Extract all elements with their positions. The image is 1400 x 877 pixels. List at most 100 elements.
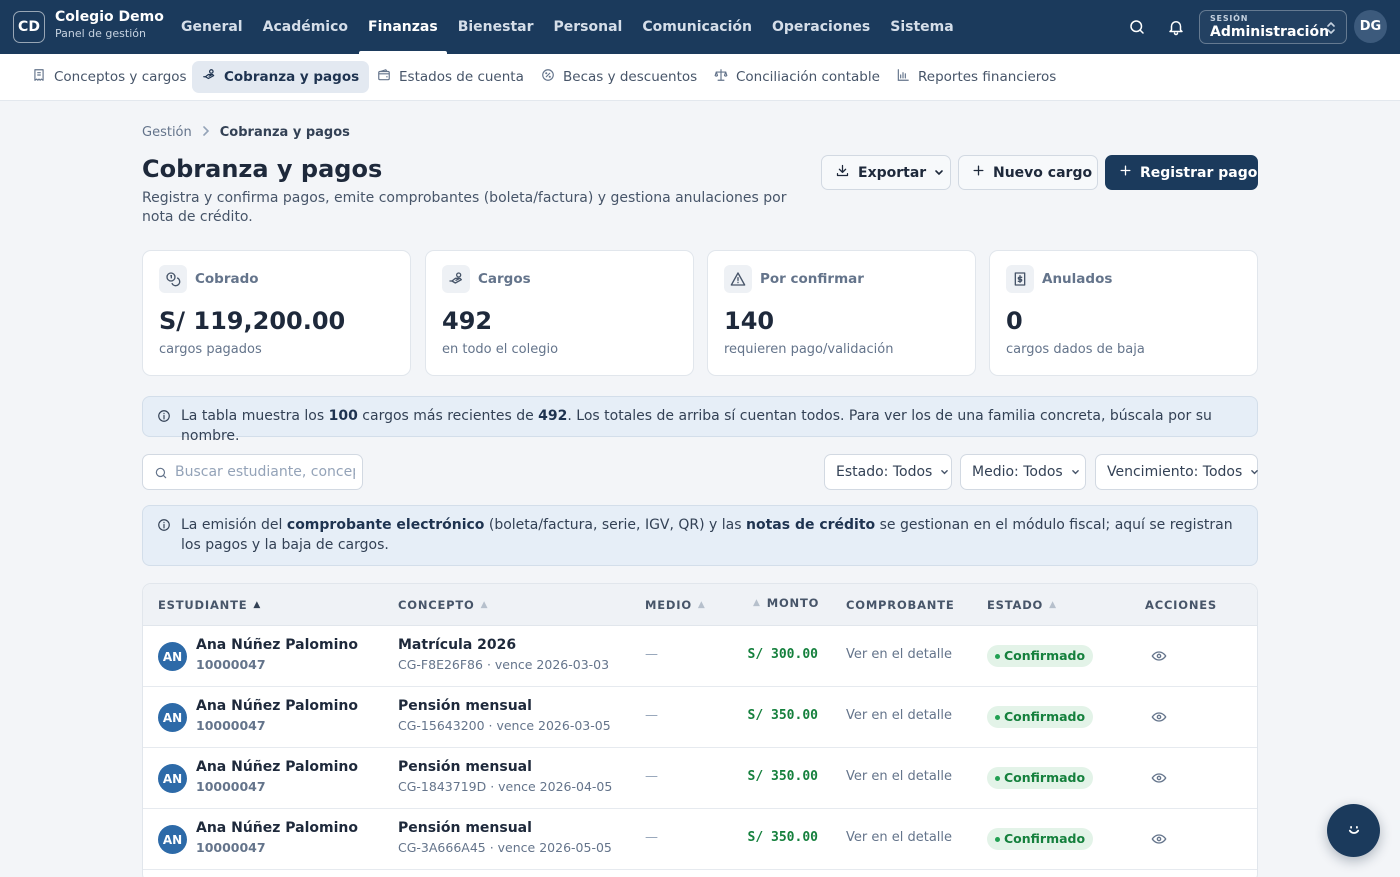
student-avatar: AN bbox=[158, 764, 187, 793]
user-avatar[interactable]: DG bbox=[1354, 10, 1387, 43]
stat-subtext: cargos pagados bbox=[159, 342, 262, 357]
nav-bienestar[interactable]: Bienestar bbox=[448, 0, 544, 54]
estado-filter[interactable]: Estado: Todos bbox=[824, 454, 952, 490]
nav-comunicacion[interactable]: Comunicación bbox=[632, 0, 762, 54]
eye-icon[interactable] bbox=[1151, 831, 1167, 851]
eye-icon[interactable] bbox=[1151, 648, 1167, 668]
receipt-link[interactable]: Ver en el detalle bbox=[846, 708, 952, 723]
subnav-reportes-financieros[interactable]: Reportes financieros bbox=[886, 61, 1066, 93]
search-input[interactable] bbox=[175, 462, 355, 482]
export-button[interactable]: Exportar bbox=[821, 155, 951, 190]
column-header-receipt: COMPROBANTE bbox=[846, 598, 955, 612]
new-charge-label: Nuevo cargo bbox=[993, 164, 1093, 181]
brand-name: Colegio Demo bbox=[55, 9, 164, 25]
assistant-fab-button[interactable] bbox=[1327, 804, 1380, 857]
new-charge-button[interactable]: Nuevo cargo bbox=[958, 155, 1098, 190]
vencimiento-filter[interactable]: Vencimiento: Todos bbox=[1095, 454, 1259, 490]
sort-asc-icon: ▲ bbox=[253, 600, 262, 610]
charge-concept: Matrícula 2026 bbox=[398, 637, 517, 653]
subnav-conciliacion-contable[interactable]: Conciliación contable bbox=[704, 61, 890, 93]
breadcrumb-parent[interactable]: Gestión bbox=[142, 125, 192, 140]
nav-academico[interactable]: Académico bbox=[253, 0, 358, 54]
scale-icon bbox=[714, 68, 728, 86]
eye-icon[interactable] bbox=[1151, 709, 1167, 729]
search-icon bbox=[154, 465, 168, 484]
column-header-medium[interactable]: MEDIO ▲ bbox=[645, 598, 706, 612]
stat-label: Por confirmar bbox=[760, 271, 864, 287]
column-header-concept[interactable]: CONCEPTO ▲ bbox=[398, 598, 488, 612]
subnav-label: Becas y descuentos bbox=[563, 69, 698, 85]
bell-icon[interactable] bbox=[1166, 17, 1186, 37]
sub-nav: Conceptos y cargos Cobranza y pagos Esta… bbox=[0, 54, 1400, 101]
sort-icon: ▲ bbox=[480, 600, 489, 610]
filter-label: Medio: Todos bbox=[972, 464, 1063, 480]
subnav-becas-y-descuentos[interactable]: Becas y descuentos bbox=[531, 61, 707, 93]
receipt-link[interactable]: Ver en el detalle bbox=[846, 647, 952, 662]
charge-code: CG-3A666A45 · vence 2026-05-05 bbox=[398, 840, 612, 855]
chevron-down-icon bbox=[1250, 464, 1259, 480]
fiscal-module-notice: La emisión del comprobante electrónico (… bbox=[142, 505, 1258, 566]
table-header: ESTUDIANTE ▲ CONCEPTO ▲ MEDIO ▲ ▲ MONTO COMP… bbox=[143, 584, 1257, 626]
subnav-label: Reportes financieros bbox=[918, 69, 1057, 85]
nav-personal[interactable]: Personal bbox=[544, 0, 633, 54]
column-header-amount[interactable]: ▲ MONTO bbox=[753, 596, 819, 610]
notice-emphasis: 492 bbox=[538, 408, 568, 424]
charge-code: CG-1843719D · vence 2026-04-05 bbox=[398, 779, 613, 794]
notice-text: La tabla muestra los bbox=[181, 408, 329, 424]
page-title: Cobranza y pagos bbox=[142, 155, 383, 183]
charge-concept: Pensión mensual bbox=[398, 820, 532, 836]
stat-subtext: requieren pago/validación bbox=[724, 342, 894, 357]
column-header-status[interactable]: ESTADO ▲ bbox=[987, 598, 1057, 612]
table-row[interactable]: AN Ana Núñez Palomino 10000047 Pensión m… bbox=[143, 748, 1257, 809]
subnav-label: Conceptos y cargos bbox=[54, 69, 187, 85]
search-icon[interactable] bbox=[1127, 17, 1147, 37]
status-badge: Confirmado bbox=[987, 767, 1094, 789]
notice-emphasis: comprobante electrónico bbox=[286, 517, 485, 533]
stat-value: 140 bbox=[724, 307, 775, 335]
column-header-student[interactable]: ESTUDIANTE ▲ bbox=[158, 598, 261, 612]
subnav-conceptos-y-cargos[interactable]: Conceptos y cargos bbox=[22, 61, 197, 93]
register-payment-button[interactable]: Registrar pago bbox=[1105, 155, 1258, 190]
plus-icon bbox=[972, 164, 985, 181]
export-label: Exportar bbox=[858, 164, 927, 181]
subnav-estados-de-cuenta[interactable]: Estados de cuenta bbox=[367, 61, 534, 93]
chevron-down-icon bbox=[1071, 464, 1080, 480]
student-name: Ana Núñez Palomino bbox=[196, 637, 359, 653]
medio-filter[interactable]: Medio: Todos bbox=[960, 454, 1086, 490]
nav-operaciones[interactable]: Operaciones bbox=[762, 0, 880, 54]
top-bar: CD Colegio Demo Panel de gestión General… bbox=[0, 0, 1400, 54]
status-badge: Confirmado bbox=[987, 645, 1094, 667]
stat-label: Cargos bbox=[478, 271, 531, 287]
status-badge: Confirmado bbox=[987, 706, 1094, 728]
receipt-link[interactable]: Ver en el detalle bbox=[846, 830, 952, 845]
subnav-label: Estados de cuenta bbox=[399, 69, 524, 85]
warning-icon bbox=[724, 265, 752, 293]
nav-general[interactable]: General bbox=[171, 0, 253, 54]
nav-finanzas[interactable]: Finanzas bbox=[358, 0, 448, 54]
stat-value: S/ 119,200.00 bbox=[159, 307, 346, 335]
table-row[interactable]: AN Ana Núñez Palomino 10000047 Pensión m… bbox=[143, 809, 1257, 870]
sort-icon: ▲ bbox=[753, 598, 761, 608]
charge-amount: S/ 350.00 bbox=[747, 830, 818, 845]
session-selector[interactable]: SESIÓN Administración bbox=[1199, 10, 1347, 44]
eye-icon[interactable] bbox=[1151, 770, 1167, 790]
notice-text: cargos más recientes de bbox=[357, 408, 539, 424]
search-box[interactable] bbox=[142, 454, 363, 490]
status-badge: Confirmado bbox=[987, 828, 1094, 850]
wallet-icon bbox=[377, 68, 391, 86]
student-id: 10000047 bbox=[196, 840, 266, 855]
chevron-right-icon bbox=[202, 125, 210, 140]
stat-card-anulados: Anulados 0 cargos dados de baja bbox=[989, 250, 1258, 376]
brand-logo[interactable]: CD bbox=[13, 11, 45, 43]
stat-subtext: cargos dados de baja bbox=[1006, 342, 1145, 357]
receipt-icon bbox=[32, 68, 46, 86]
session-label: SESIÓN bbox=[1210, 14, 1249, 23]
notice-emphasis: 100 bbox=[328, 408, 358, 424]
subnav-cobranza-y-pagos[interactable]: Cobranza y pagos bbox=[192, 61, 370, 93]
plus-icon bbox=[1119, 164, 1132, 181]
charge-amount: S/ 350.00 bbox=[747, 769, 818, 784]
receipt-link[interactable]: Ver en el detalle bbox=[846, 769, 952, 784]
nav-sistema[interactable]: Sistema bbox=[880, 0, 963, 54]
table-row[interactable]: AN Ana Núñez Palomino 10000047 Matrícula… bbox=[143, 626, 1257, 687]
table-row[interactable]: AN Ana Núñez Palomino 10000047 Pensión m… bbox=[143, 687, 1257, 748]
